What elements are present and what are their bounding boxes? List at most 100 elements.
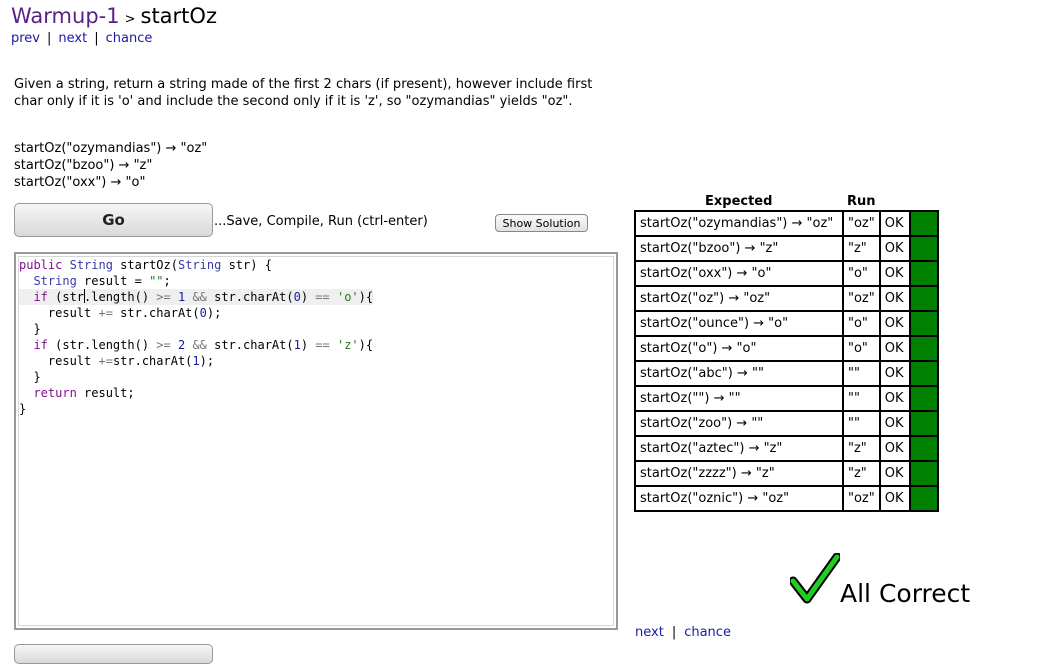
show-solution-button[interactable]: Show Solution	[495, 214, 588, 232]
expected-cell: startOz("bzoo") → "z"	[634, 235, 844, 262]
expected-cell: startOz("") → ""	[634, 385, 844, 412]
result-row: startOz("bzoo") → "z" "z" OK	[634, 235, 939, 262]
result-cell: OK	[878, 335, 911, 362]
status-indicator	[908, 260, 939, 287]
code-line[interactable]: if (str.length() >= 1 && str.charAt(0) =…	[19, 289, 374, 305]
all-correct-message: All Correct	[840, 579, 971, 608]
status-indicator	[908, 485, 939, 512]
result-row: startOz("abc") → "" "" OK	[634, 360, 939, 387]
expected-cell: startOz("o") → "o"	[634, 335, 844, 362]
page-title: Warmup-1 > startOz	[11, 4, 217, 28]
expected-cell: startOz("oxx") → "o"	[634, 260, 844, 287]
code-line[interactable]: result +=str.charAt(1);	[19, 353, 373, 369]
run-cell: "z"	[842, 435, 881, 462]
run-cell: "oz"	[842, 485, 881, 512]
run-cell: "o"	[842, 310, 881, 337]
run-cell: "o"	[842, 260, 881, 287]
result-row: startOz("oz") → "oz" "oz" OK	[634, 285, 939, 312]
result-cell: OK	[878, 285, 911, 312]
expected-cell: startOz("ozymandias") → "oz"	[634, 210, 844, 237]
go-button[interactable]: Go	[14, 203, 213, 237]
result-row: startOz("zzzz") → "z" "z" OK	[634, 460, 939, 487]
status-indicator	[908, 235, 939, 262]
expected-cell: startOz("zzzz") → "z"	[634, 460, 844, 487]
example-line: startOz("bzoo") → "z"	[14, 158, 153, 173]
expected-cell: startOz("abc") → ""	[634, 360, 844, 387]
code-line[interactable]: }	[19, 369, 373, 385]
run-cell: ""	[842, 410, 881, 437]
run-cell: ""	[842, 385, 881, 412]
code-area[interactable]: public String startOz(String str) { Stri…	[19, 257, 374, 417]
title-separator: >	[124, 12, 136, 27]
expected-cell: startOz("oznic") → "oz"	[634, 485, 844, 512]
code-line[interactable]: result += str.charAt(0);	[19, 305, 373, 321]
status-indicator	[908, 310, 939, 337]
result-cell: OK	[878, 360, 911, 387]
result-cell: OK	[878, 410, 911, 437]
run-cell: "z"	[842, 235, 881, 262]
result-cell: OK	[878, 435, 911, 462]
result-cell: OK	[878, 460, 911, 487]
result-row: startOz("o") → "o" "o" OK	[634, 335, 939, 362]
next-link-bottom[interactable]: next	[635, 625, 664, 640]
example-line: startOz("oxx") → "o"	[14, 175, 146, 190]
result-row: startOz("") → "" "" OK	[634, 385, 939, 412]
result-row: startOz("oxx") → "o" "o" OK	[634, 260, 939, 287]
result-cell: OK	[878, 385, 911, 412]
result-row: startOz("aztec") → "z" "z" OK	[634, 435, 939, 462]
status-indicator	[908, 335, 939, 362]
result-cell: OK	[878, 310, 911, 337]
result-row: startOz("ozymandias") → "oz" "oz" OK	[634, 210, 939, 237]
status-indicator	[908, 435, 939, 462]
result-row: startOz("ounce") → "o" "o" OK	[634, 310, 939, 337]
next-link[interactable]: next	[58, 31, 87, 46]
status-indicator	[908, 210, 939, 237]
code-editor[interactable]: public String startOz(String str) { Stri…	[14, 252, 618, 630]
prev-link[interactable]: prev	[11, 31, 40, 46]
lower-button[interactable]	[14, 644, 213, 664]
expected-cell: startOz("aztec") → "z"	[634, 435, 844, 462]
nav-divider: |	[671, 625, 677, 640]
expected-cell: startOz("ounce") → "o"	[634, 310, 844, 337]
expected-cell: startOz("oz") → "oz"	[634, 285, 844, 312]
result-row: startOz("zoo") → "" "" OK	[634, 410, 939, 437]
bottom-nav: next | chance	[635, 625, 731, 640]
code-line[interactable]: public String startOz(String str) {	[19, 257, 373, 273]
result-cell: OK	[878, 235, 911, 262]
code-line[interactable]: }	[19, 321, 373, 337]
status-indicator	[908, 360, 939, 387]
result-row: startOz("oznic") → "oz" "oz" OK	[634, 485, 939, 512]
code-line[interactable]: }	[19, 401, 373, 417]
run-cell: "oz"	[842, 285, 881, 312]
run-cell: "o"	[842, 335, 881, 362]
run-header: Run	[847, 194, 876, 209]
status-indicator	[908, 285, 939, 312]
status-indicator	[908, 460, 939, 487]
top-nav: prev | next | chance	[11, 31, 152, 46]
expected-header: Expected	[705, 194, 773, 209]
chance-link[interactable]: chance	[106, 31, 153, 46]
example-line: startOz("ozymandias") → "oz"	[14, 141, 208, 156]
result-cell: OK	[878, 210, 911, 237]
result-cell: OK	[878, 485, 911, 512]
expected-cell: startOz("zoo") → ""	[634, 410, 844, 437]
chance-link-bottom[interactable]: chance	[684, 625, 731, 640]
checkmark-icon	[790, 553, 840, 604]
code-line[interactable]: String result = "";	[19, 273, 373, 289]
nav-divider: |	[94, 31, 99, 46]
status-indicator	[908, 410, 939, 437]
problem-description: Given a string, return a string made of …	[14, 77, 593, 109]
run-cell: ""	[842, 360, 881, 387]
run-cell: "z"	[842, 460, 881, 487]
problem-name: startOz	[140, 4, 217, 28]
results-table: startOz("ozymandias") → "oz" "oz" OK startO…	[634, 210, 939, 512]
code-line[interactable]: return result;	[19, 385, 373, 401]
go-hint: ...Save, Compile, Run (ctrl-enter)	[214, 214, 428, 229]
nav-divider: |	[47, 31, 52, 46]
run-cell: "oz"	[842, 210, 881, 237]
code-line[interactable]: if (str.length() >= 2 && str.charAt(1) =…	[19, 337, 373, 353]
result-cell: OK	[878, 260, 911, 287]
status-indicator	[908, 385, 939, 412]
section-link[interactable]: Warmup-1	[11, 4, 120, 28]
examples-list: startOz("ozymandias") → "oz" startOz("bz…	[14, 140, 207, 191]
